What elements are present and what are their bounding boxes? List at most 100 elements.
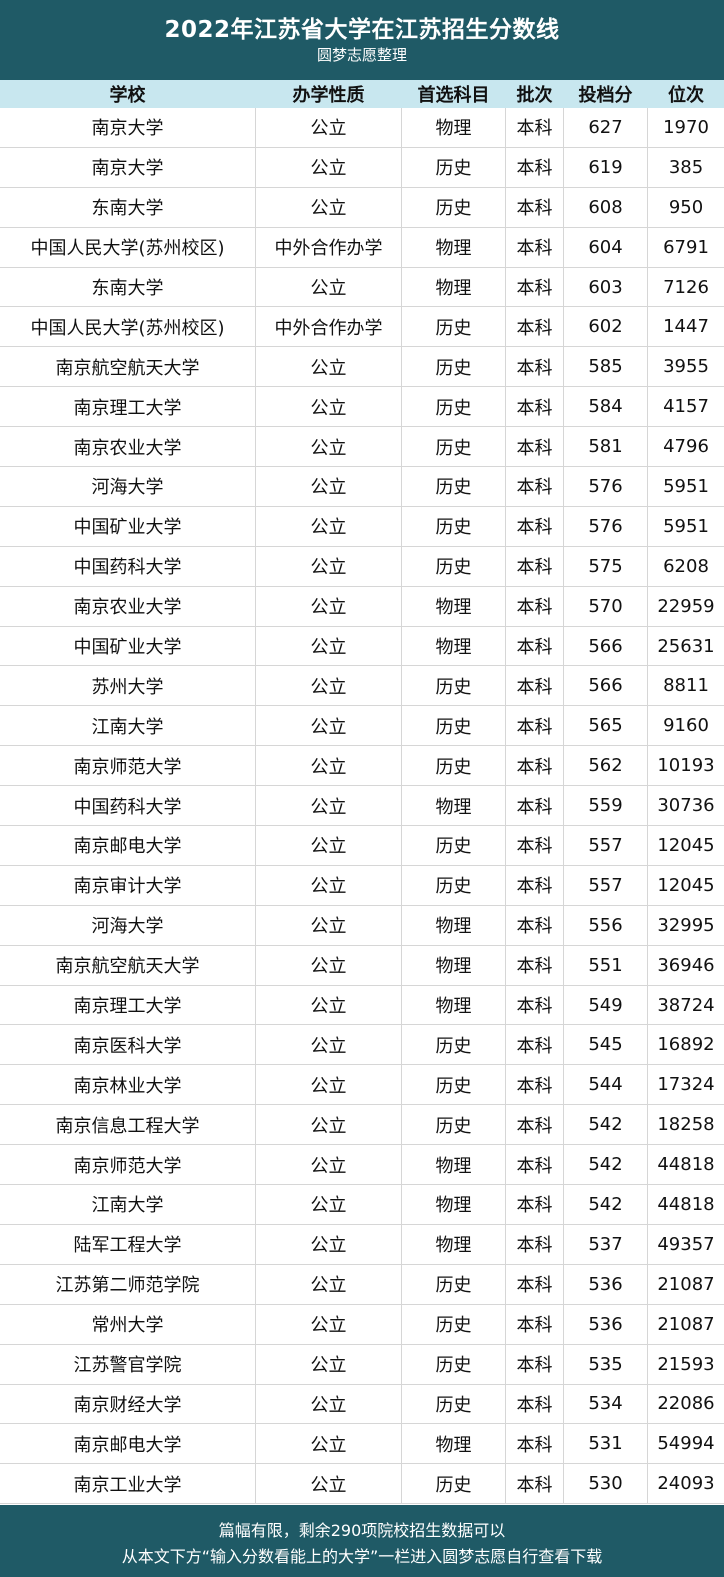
cell-school: 南京审计大学 (0, 865, 256, 905)
cell-school: 南京农业大学 (0, 586, 256, 626)
footer-note-line2: 从本文下方“输入分数看能上的大学”一栏进入圆梦志愿自行查看下载 (121, 1547, 603, 1566)
table-row: 南京林业大学 公立 历史 本科 544 17324 (0, 1065, 724, 1106)
cell-score: 549 (564, 985, 648, 1025)
cell-score: 576 (564, 506, 648, 546)
cell-rank: 1447 (663, 316, 709, 338)
cell-rank: 950 (668, 196, 704, 218)
cell-rank: 36946 (657, 954, 715, 976)
cell-subject: 历史 (402, 1384, 506, 1424)
table-row: 南京理工大学 公立 物理 本科 549 38724 (0, 985, 724, 1026)
cell-rank: 7126 (663, 276, 709, 298)
cell-rank: 4796 (663, 436, 709, 458)
cell-rank: 16892 (657, 1034, 715, 1056)
table-row: 南京医科大学 公立 历史 本科 545 16892 (0, 1025, 724, 1066)
cell-batch: 本科 (506, 1224, 564, 1264)
cell-batch: 本科 (506, 1424, 564, 1464)
cell-score: 545 (564, 1025, 648, 1065)
cell-rank: 6791 (663, 236, 709, 258)
cell-batch: 本科 (506, 985, 564, 1025)
cell-ownership: 公立 (256, 1105, 402, 1145)
cell-school: 南京邮电大学 (0, 1424, 256, 1464)
cell-subject: 历史 (402, 147, 506, 187)
cell-subject: 物理 (402, 586, 506, 626)
cell-rank: 25631 (657, 635, 715, 657)
cell-score: 581 (564, 427, 648, 467)
cell-school: 江南大学 (0, 706, 256, 746)
cell-batch: 本科 (506, 467, 564, 506)
table-row: 南京农业大学 公立 物理 本科 570 22959 (0, 586, 724, 627)
cell-ownership: 公立 (256, 945, 402, 985)
cell-ownership: 公立 (256, 746, 402, 786)
cell-subject: 历史 (402, 506, 506, 546)
cell-ownership: 公立 (256, 865, 402, 905)
cell-score: 544 (564, 1065, 648, 1105)
cell-school: 南京医科大学 (0, 1025, 256, 1065)
cell-rank: 49357 (657, 1233, 715, 1255)
cell-batch: 本科 (506, 227, 564, 267)
cell-rank: 21087 (657, 1273, 715, 1295)
cell-rank: 5951 (663, 475, 709, 497)
table-row: 中国人民大学(苏州校区) 中外合作办学 物理 本科 604 6791 (0, 227, 724, 268)
cell-subject: 历史 (402, 1065, 506, 1105)
table-row: 南京财经大学 公立 历史 本科 534 22086 (0, 1384, 724, 1425)
cell-score: 537 (564, 1224, 648, 1264)
cell-school: 南京大学 (0, 108, 256, 147)
table-row: 河海大学 公立 物理 本科 556 32995 (0, 905, 724, 946)
cell-ownership: 公立 (256, 267, 402, 307)
table-row: 南京邮电大学 公立 历史 本科 557 12045 (0, 826, 724, 866)
cell-rank: 21593 (657, 1353, 715, 1375)
cell-score: 565 (564, 706, 648, 746)
cell-school: 常州大学 (0, 1304, 256, 1344)
table-row: 常州大学 公立 历史 本科 536 21087 (0, 1304, 724, 1345)
cell-score: 557 (564, 865, 648, 905)
cell-ownership: 公立 (256, 1224, 402, 1264)
cell-batch: 本科 (506, 347, 564, 387)
table-body: 南京大学 公立 物理 本科 627 1970 南京大学 公立 历史 本科 619 385 东南大学 公立历… (0, 108, 724, 1505)
cell-rank: 10193 (657, 755, 715, 777)
table-row: 中国矿业大学 公立 物理 本科 566 25631 (0, 626, 724, 667)
cell-score: 542 (564, 1105, 648, 1145)
cell-subject: 物理 (402, 786, 506, 826)
table-row: 南京大学 公立 物理 本科 627 1970 (0, 108, 724, 148)
cell-ownership: 公立 (256, 985, 402, 1025)
cell-score: 619 (564, 147, 648, 187)
cell-ownership: 公立 (256, 506, 402, 546)
cell-batch: 本科 (506, 187, 564, 227)
footer-note-line1: 篇幅有限，剩余290项院校招生数据可以 (218, 1521, 506, 1540)
cell-subject: 历史 (402, 865, 506, 905)
cell-school: 南京财经大学 (0, 1384, 256, 1424)
cell-ownership: 公立 (256, 1464, 402, 1504)
cell-subject: 物理 (402, 985, 506, 1025)
cell-batch: 本科 (506, 1304, 564, 1344)
cell-batch: 本科 (506, 786, 564, 826)
cell-score: 566 (564, 666, 648, 706)
cell-rank: 22086 (657, 1393, 715, 1415)
cell-subject: 历史 (402, 706, 506, 746)
cell-batch: 本科 (506, 1185, 564, 1224)
cell-ownership: 公立 (256, 546, 402, 586)
cell-score: 604 (564, 227, 648, 267)
cell-rank: 8811 (663, 675, 709, 697)
cell-subject: 物理 (402, 1424, 506, 1464)
cell-batch: 本科 (506, 865, 564, 905)
cell-school: 东南大学 (0, 187, 256, 227)
cell-school: 河海大学 (0, 905, 256, 945)
cell-batch: 本科 (506, 1344, 564, 1384)
cell-batch: 本科 (506, 945, 564, 985)
footer-banner: 篇幅有限，剩余290项院校招生数据可以 从本文下方“输入分数看能上的大学”一栏进… (0, 1505, 724, 1577)
table-row: 中国药科大学 公立 历史 本科 575 6208 (0, 546, 724, 587)
column-header-subject: 首选科目 (402, 80, 506, 108)
cell-ownership: 公立 (256, 706, 402, 746)
cell-batch: 本科 (506, 1105, 564, 1145)
cell-batch: 本科 (506, 147, 564, 187)
cell-subject: 物理 (402, 227, 506, 267)
cell-score: 542 (564, 1185, 648, 1224)
cell-batch: 本科 (506, 905, 564, 945)
cell-school: 江苏第二师范学院 (0, 1264, 256, 1304)
cell-rank: 3955 (663, 356, 709, 378)
cell-ownership: 公立 (256, 905, 402, 945)
cell-ownership: 公立 (256, 387, 402, 427)
cell-score: 536 (564, 1304, 648, 1344)
table-row: 南京大学 公立 历史 本科 619 385 (0, 147, 724, 188)
table-row: 东南大学 公立 物理 本科 603 7126 (0, 267, 724, 308)
